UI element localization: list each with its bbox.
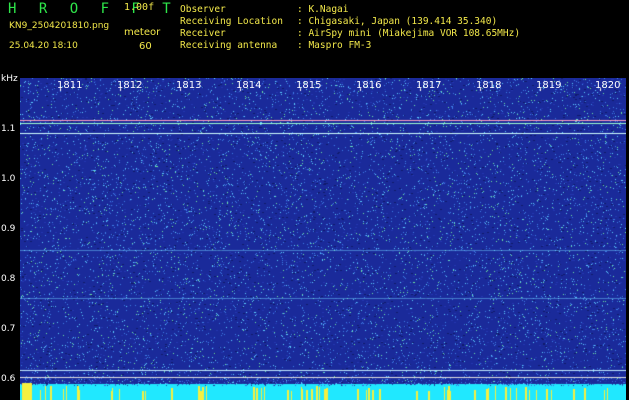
time-tick-label: 1817	[416, 80, 442, 91]
file-name: KN9_2504201810.png	[9, 21, 110, 31]
y-tick-label: 0.6	[1, 374, 16, 384]
time-tick-label: 1819	[536, 80, 562, 91]
y-tick-label: 1.0	[1, 174, 16, 184]
receiver-label: Receiver	[180, 28, 226, 39]
location-value: : Chigasaki, Japan (139.414 35.340)	[297, 16, 498, 27]
time-tick-label: 1811	[57, 80, 83, 91]
observer-label: Observer	[180, 4, 226, 15]
y-tick-label: 0.8	[1, 274, 16, 284]
y-tick-label: 0.7	[1, 324, 16, 334]
receiver-value: : AirSpy mini (Miakejima VOR 108.65MHz)	[297, 28, 521, 39]
antenna-label: Receiving antenna	[180, 40, 278, 51]
time-tick-label: 1815	[296, 80, 322, 91]
version-label: 1.00f	[124, 2, 155, 13]
y-tick-label: 1.1	[1, 124, 16, 134]
frequency-unit-label: kHz	[1, 74, 18, 84]
time-tick-label: 1816	[356, 80, 382, 91]
time-tick-label: 1813	[176, 80, 202, 91]
y-tick-label: 0.9	[1, 224, 16, 234]
meteor-count: 60	[139, 41, 152, 52]
meteor-label: meteor	[124, 27, 161, 38]
observer-value: : K.Nagai	[297, 4, 349, 15]
time-tick-label: 1820	[595, 80, 621, 91]
spectrogram-canvas	[20, 78, 626, 400]
time-tick-label: 1818	[476, 80, 502, 91]
timestamp: 25.04.20 18:10	[9, 41, 78, 51]
time-tick-label: 1812	[117, 80, 143, 91]
location-label: Receiving Location	[180, 16, 283, 27]
time-tick-label: 1814	[236, 80, 262, 91]
antenna-value: : Maspro FM-3	[297, 40, 372, 51]
header-panel: H R O F F T 1.00f KN9_2504201810.png met…	[0, 0, 629, 76]
